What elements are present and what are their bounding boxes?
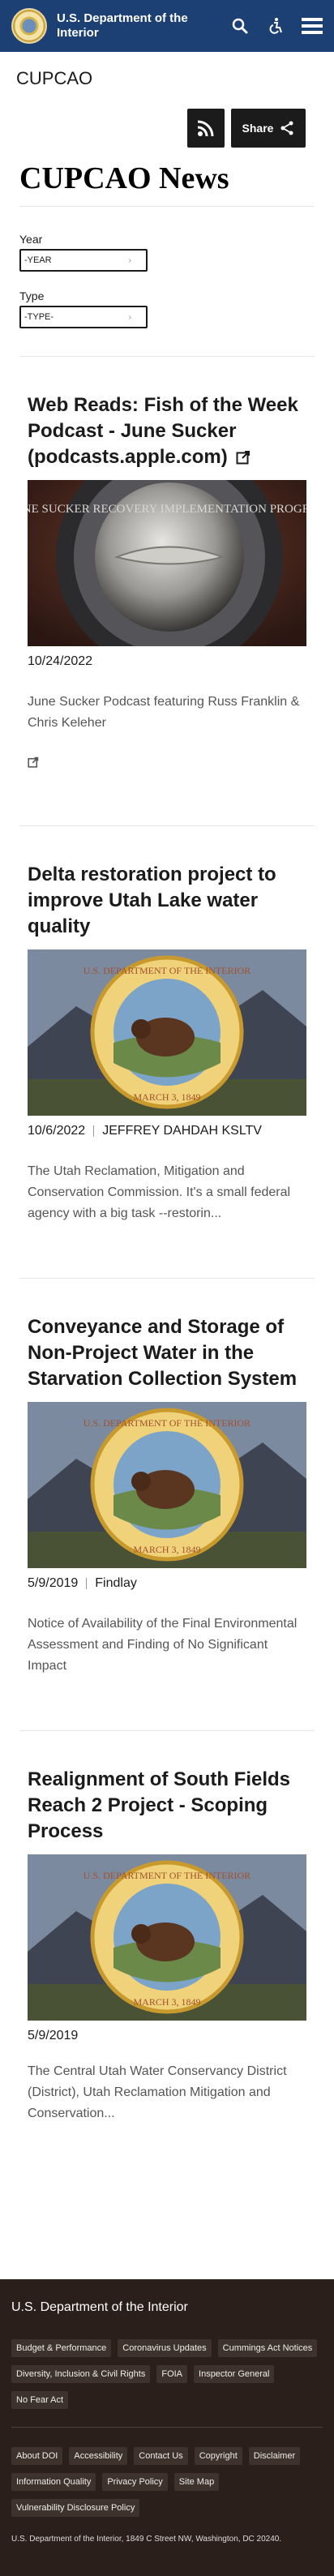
news-card: Realignment of South Fields Reach 2 Proj… <box>19 1731 315 2178</box>
meta-separator <box>93 1125 95 1137</box>
year-filter-label: Year <box>19 233 43 246</box>
footer-link[interactable]: About DOI <box>11 2447 63 2465</box>
doi-seal-image[interactable]: U.S. DEPARTMENT OF THE INTERIOR MARCH 3,… <box>28 1402 306 1568</box>
news-card-title[interactable]: Web Reads: Fish of the Week Podcast - Ju… <box>28 392 306 470</box>
external-link-icon <box>236 451 250 465</box>
news-card-title[interactable]: Realignment of South Fields Reach 2 Proj… <box>28 1767 306 1845</box>
share-button[interactable]: Share <box>231 109 306 148</box>
footer-link[interactable]: Diversity, Inclusion & Civil Rights <box>11 2365 151 2383</box>
filter-panel: Year -YEAR › Type -TYPE- › <box>0 207 334 356</box>
svg-text:MARCH 3, 1849: MARCH 3, 1849 <box>133 1091 200 1103</box>
news-card-meta: 10/6/2022 JEFFREY DAHDAH KSLTV <box>28 1124 306 1138</box>
footer-link[interactable]: Information Quality <box>11 2473 96 2491</box>
news-card-author: Findlay <box>95 1576 137 1590</box>
doi-logo[interactable] <box>11 8 47 44</box>
news-list: Web Reads: Fish of the Week Podcast - Ju… <box>0 357 334 2178</box>
svg-text:MARCH 3, 1849: MARCH 3, 1849 <box>133 1996 200 2008</box>
share-toolbar: Share <box>0 109 334 149</box>
footer-link[interactable]: Accessibility <box>69 2447 128 2465</box>
footer-link[interactable]: Contact Us <box>134 2447 188 2465</box>
accessibility-icon[interactable] <box>266 17 284 35</box>
june-sucker-coin-image[interactable]: JUNE SUCKER RECOVERY IMPLEMENTATION PROG… <box>28 480 306 646</box>
news-card-meta: 10/24/2022 <box>28 654 306 669</box>
news-card-title[interactable]: Conveyance and Storage of Non-Project Wa… <box>28 1314 306 1392</box>
year-select-value: -YEAR <box>24 255 52 265</box>
footer-link[interactable]: Copyright <box>194 2447 242 2465</box>
doi-seal-image[interactable]: U.S. DEPARTMENT OF THE INTERIOR MARCH 3,… <box>28 1854 306 2021</box>
search-icon[interactable] <box>232 18 248 34</box>
type-filter-label: Type <box>19 289 45 302</box>
footer-divider <box>11 2427 323 2428</box>
news-card-summary: The Utah Reclamation, Mitigation and Con… <box>28 1164 291 1220</box>
svg-text:U.S. DEPARTMENT OF THE INTERIO: U.S. DEPARTMENT OF THE INTERIOR <box>84 1417 250 1429</box>
news-card-author: JEFFREY DAHDAH KSLTV <box>102 1124 262 1138</box>
year-select[interactable]: -YEAR › <box>19 249 148 272</box>
footer-links-primary: Budget & Performance Coronavirus Updates… <box>11 2339 323 2409</box>
news-card-date: 10/6/2022 <box>28 1124 86 1138</box>
rss-button[interactable] <box>187 109 225 148</box>
svg-text:U.S. DEPARTMENT OF THE INTERIO: U.S. DEPARTMENT OF THE INTERIOR <box>84 1870 250 1881</box>
footer-link[interactable]: Inspector General <box>194 2365 275 2383</box>
news-card: Conveyance and Storage of Non-Project Wa… <box>19 1279 315 1731</box>
site-title[interactable]: U.S. Department of the Interior <box>57 11 211 41</box>
share-label: Share <box>242 122 274 135</box>
news-card-meta: 5/9/2019 <box>28 2029 306 2043</box>
news-card-date: 10/24/2022 <box>28 654 93 668</box>
footer-link[interactable]: Vulnerability Disclosure Policy <box>11 2499 140 2517</box>
footer-link[interactable]: FOIA <box>156 2365 188 2383</box>
svg-text:JUNE SUCKER RECOVERY IMPLEMENT: JUNE SUCKER RECOVERY IMPLEMENTATION PROG… <box>28 503 306 516</box>
site-footer: U.S. Department of the Interior Budget &… <box>0 2279 334 2576</box>
chevron-down-icon: › <box>128 256 131 265</box>
svg-text:MARCH 3, 1849: MARCH 3, 1849 <box>133 1544 200 1555</box>
news-card-date: 5/9/2019 <box>28 2029 79 2042</box>
share-icon <box>280 121 293 135</box>
chevron-down-icon: › <box>128 313 131 322</box>
footer-link[interactable]: Disclaimer <box>248 2447 301 2465</box>
meta-separator <box>86 1578 88 1589</box>
footer-title[interactable]: U.S. Department of the Interior <box>11 2300 323 2315</box>
news-card: Delta restoration project to improve Uta… <box>19 826 315 1279</box>
news-card: Web Reads: Fish of the Week Podcast - Ju… <box>19 357 315 826</box>
footer-links-secondary: About DOI Accessibility Contact Us Copyr… <box>11 2447 323 2517</box>
footer-link[interactable]: No Fear Act <box>11 2391 69 2409</box>
news-card-summary: June Sucker Podcast featuring Russ Frank… <box>28 695 300 730</box>
news-card-summary: The Central Utah Water Conservancy Distr… <box>28 2064 287 2120</box>
page-title: CUPCAO News <box>19 161 229 195</box>
doi-seal-image[interactable]: U.S. DEPARTMENT OF THE INTERIOR MARCH 3,… <box>28 949 306 1116</box>
svg-text:U.S. DEPARTMENT OF THE INTERIO: U.S. DEPARTMENT OF THE INTERIOR <box>84 965 250 976</box>
type-select[interactable]: -TYPE- › <box>19 306 148 328</box>
footer-link[interactable]: Privacy Policy <box>102 2473 168 2491</box>
footer-link[interactable]: Cummings Act Notices <box>217 2339 318 2357</box>
menu-icon[interactable] <box>302 17 323 35</box>
footer-link[interactable]: Budget & Performance <box>11 2339 112 2357</box>
news-card-summary: Notice of Availability of the Final Envi… <box>28 1617 298 1673</box>
rss-icon <box>197 120 214 137</box>
news-card-date: 5/9/2019 <box>28 1576 79 1590</box>
external-link-icon[interactable] <box>28 757 306 772</box>
footer-link[interactable]: Site Map <box>173 2473 220 2491</box>
type-select-value: -TYPE- <box>24 312 54 322</box>
footer-address: U.S. Department of the Interior, 1849 C … <box>11 2535 282 2544</box>
news-card-title[interactable]: Delta restoration project to improve Uta… <box>28 862 306 940</box>
header-actions <box>232 17 323 35</box>
site-header: U.S. Department of the Interior <box>0 0 334 52</box>
news-card-meta: 5/9/2019 Findlay <box>28 1576 306 1591</box>
footer-link[interactable]: Coronavirus Updates <box>118 2339 212 2357</box>
